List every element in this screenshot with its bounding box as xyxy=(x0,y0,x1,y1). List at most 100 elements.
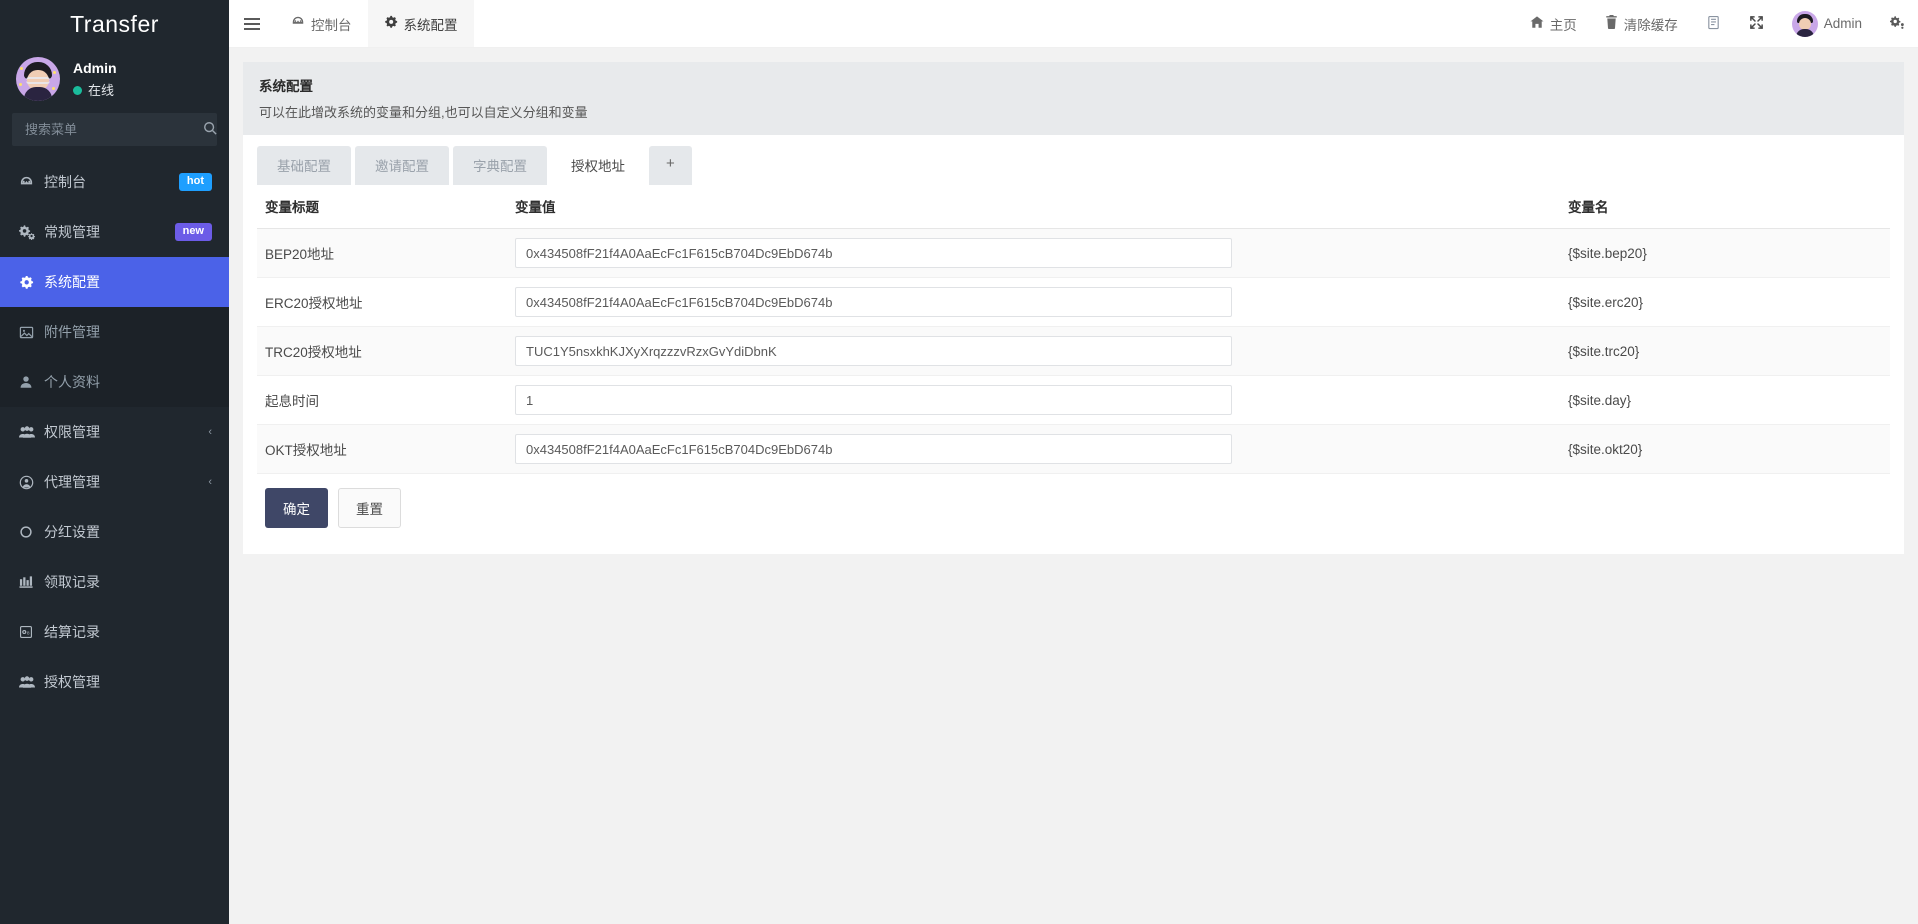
sidebar-item-dividend-settings[interactable]: 分红设置 xyxy=(0,507,229,557)
sidebar-item-label: 常规管理 xyxy=(44,224,100,240)
fullscreen-button[interactable] xyxy=(1735,0,1778,48)
config-table-wrap: 变量标题 变量值 变量名 BEP20地址 {$site.bep20} xyxy=(243,185,1904,554)
gear-icon xyxy=(19,275,40,290)
column-header-name: 变量名 xyxy=(1560,185,1890,229)
tab-console[interactable]: 控制台 xyxy=(275,0,368,47)
tab-system-config[interactable]: 系统配置 xyxy=(367,0,474,47)
dashboard-icon xyxy=(19,175,40,190)
sidebar-item-label: 授权管理 xyxy=(44,674,100,690)
home-label: 主页 xyxy=(1549,17,1577,33)
table-row: OKT授权地址 {$site.okt20} xyxy=(257,424,1890,474)
users-icon xyxy=(19,675,40,689)
sidebar-item-agent-management[interactable]: 代理管理 ‹ xyxy=(0,457,229,507)
dashboard-icon xyxy=(291,15,305,32)
avatar xyxy=(1791,10,1818,37)
sidebar-item-authorization-management[interactable]: 授权管理 xyxy=(0,657,229,707)
search-input[interactable] xyxy=(23,121,203,138)
row-var-name: {$site.erc20} xyxy=(1560,277,1890,327)
table-row: ERC20授权地址 {$site.erc20} xyxy=(257,277,1890,327)
online-dot-icon xyxy=(73,85,82,95)
app-root: Transfer Admin 在线 搜索菜单 控制台 hot 常规管理 new … xyxy=(0,0,1918,924)
content-area: 系统配置 可以在此增改系统的变量和分组,也可以自定义分组和变量 基础配置 邀请配… xyxy=(229,48,1918,924)
sidebar-item-system-config[interactable]: 系统配置 xyxy=(0,257,229,307)
main-area: 控制台 系统配置 主页 清除缓存 Admin 系统配置 可以在此增改系统的变量和… xyxy=(229,0,1918,924)
table-row: 起息时间 {$site.day} xyxy=(257,375,1890,425)
clear-cache-button[interactable]: 清除缓存 xyxy=(1591,0,1692,48)
brand-title: Transfer xyxy=(70,11,159,37)
sidebar-menu: 控制台 hot 常规管理 new 系统配置 附件管理 个人资料 权限管理 ‹ 代… xyxy=(0,157,229,924)
sidebar-item-claim-records[interactable]: 领取记录 xyxy=(0,557,229,607)
sidebar-item-label: 权限管理 xyxy=(44,424,100,440)
config-tabbar: 基础配置 邀请配置 字典配置 授权地址 + xyxy=(243,135,1904,185)
tab-dict-config[interactable]: 字典配置 xyxy=(453,146,547,185)
config-input-day[interactable] xyxy=(515,385,1232,415)
topbar: 控制台 系统配置 主页 清除缓存 Admin xyxy=(229,0,1918,48)
note-button[interactable] xyxy=(1692,0,1735,48)
user-circle-icon xyxy=(19,475,40,490)
submit-button[interactable]: 确定 xyxy=(265,488,328,528)
badge-hot: hot xyxy=(178,172,212,192)
sidebar: Transfer Admin 在线 搜索菜单 控制台 hot 常规管理 new … xyxy=(0,0,229,924)
hamburger-icon[interactable] xyxy=(229,0,275,47)
chart-icon xyxy=(19,575,40,589)
tab-invite-config[interactable]: 邀请配置 xyxy=(355,146,449,185)
table-header-row: 变量标题 变量值 变量名 xyxy=(257,185,1890,229)
users-icon xyxy=(19,425,40,439)
sidebar-item-label: 结算记录 xyxy=(44,624,100,640)
sidebar-item-label: 系统配置 xyxy=(44,274,100,290)
image-icon xyxy=(19,325,40,340)
fullscreen-icon xyxy=(1749,15,1764,33)
tab-basic-config[interactable]: 基础配置 xyxy=(257,146,351,185)
page-subtitle: 可以在此增改系统的变量和分组,也可以自定义分组和变量 xyxy=(259,105,588,120)
gears-icon xyxy=(19,224,40,240)
row-title: OKT授权地址 xyxy=(257,424,507,474)
topbar-tabs: 控制台 系统配置 xyxy=(275,0,474,47)
sidebar-item-label: 个人资料 xyxy=(44,374,100,390)
calculator-icon: 8 xyxy=(19,625,40,639)
row-var-name: {$site.trc20} xyxy=(1560,326,1890,376)
sidebar-item-label: 附件管理 xyxy=(44,324,100,340)
row-title: BEP20地址 xyxy=(257,228,507,278)
user-menu[interactable]: Admin xyxy=(1778,0,1876,48)
sidebar-user-block[interactable]: Admin 在线 xyxy=(0,48,229,113)
settings-button[interactable] xyxy=(1876,0,1905,48)
add-tab-button[interactable]: + xyxy=(649,146,692,185)
config-input-bep20[interactable] xyxy=(515,238,1232,268)
avatar xyxy=(16,57,60,101)
user-icon xyxy=(19,375,40,389)
circle-icon xyxy=(19,525,40,539)
settings-gear-icon xyxy=(1890,15,1905,33)
config-panel: 系统配置 可以在此增改系统的变量和分组,也可以自定义分组和变量 基础配置 邀请配… xyxy=(243,62,1904,554)
clear-cache-label: 清除缓存 xyxy=(1623,17,1678,33)
tab-label: 系统配置 xyxy=(403,17,458,33)
search-box[interactable] xyxy=(12,113,217,146)
row-title: TRC20授权地址 xyxy=(257,326,507,376)
panel-header: 系统配置 可以在此增改系统的变量和分组,也可以自定义分组和变量 xyxy=(243,62,1904,135)
row-title: 起息时间 xyxy=(257,375,507,425)
sidebar-item-profile[interactable]: 个人资料 xyxy=(0,357,229,407)
sidebar-item-attachment-management[interactable]: 附件管理 xyxy=(0,307,229,357)
sidebar-search-wrap xyxy=(0,113,229,146)
trash-icon xyxy=(1605,15,1618,32)
svg-text:8: 8 xyxy=(27,630,30,636)
sidebar-item-general-management[interactable]: 常规管理 new xyxy=(0,207,229,257)
reset-button[interactable]: 重置 xyxy=(338,488,401,528)
sidebar-item-console[interactable]: 控制台 hot xyxy=(0,157,229,207)
column-header-value: 变量值 xyxy=(507,185,1560,229)
home-icon xyxy=(1530,15,1544,32)
config-input-okt20[interactable] xyxy=(515,434,1232,464)
config-input-erc20[interactable] xyxy=(515,287,1232,317)
sidebar-item-settlement-records[interactable]: 8 结算记录 xyxy=(0,607,229,657)
search-icon[interactable] xyxy=(203,121,217,138)
tab-auth-address[interactable]: 授权地址 xyxy=(551,146,645,185)
user-status-label: 在线 xyxy=(88,82,115,98)
gear-icon xyxy=(384,15,398,32)
badge-new: new xyxy=(174,222,212,242)
home-button[interactable]: 主页 xyxy=(1516,0,1591,48)
row-var-name: {$site.bep20} xyxy=(1560,228,1890,278)
sidebar-item-permission-management[interactable]: 权限管理 ‹ xyxy=(0,407,229,457)
sidebar-item-label: 领取记录 xyxy=(44,574,100,590)
user-menu-label: Admin xyxy=(1823,16,1862,31)
config-input-trc20[interactable] xyxy=(515,336,1232,366)
sidebar-item-label: 控制台 xyxy=(44,174,86,190)
